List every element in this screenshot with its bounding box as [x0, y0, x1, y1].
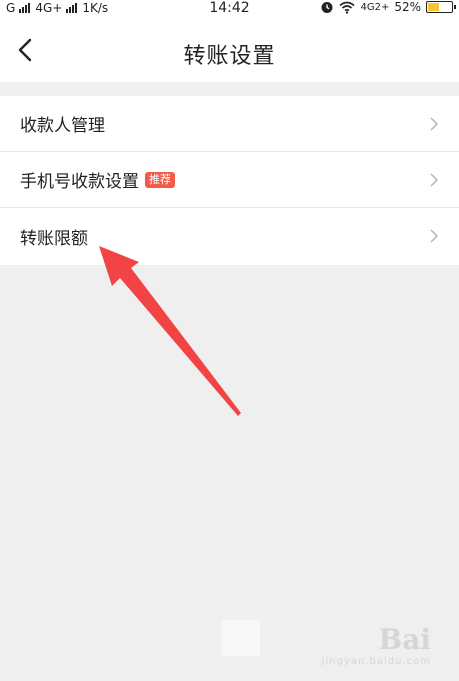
wifi-icon — [339, 1, 355, 14]
alarm-icon — [321, 2, 333, 13]
status-right: 4G2+ 52% — [320, 0, 456, 14]
settings-list: 收款人管理 手机号收款设置 推荐 转账限额 — [0, 96, 459, 265]
battery-fill — [428, 3, 439, 11]
battery-percent: 52% — [394, 0, 421, 14]
battery-icon — [426, 1, 456, 13]
list-item-transfer-limit[interactable]: 转账限额 — [0, 208, 459, 265]
list-item-phone-receive-settings[interactable]: 手机号收款设置 推荐 — [0, 152, 459, 208]
watermark-url: jingyan.baidu.com — [321, 656, 431, 667]
watermark: Bai jingyan.baidu.com — [322, 623, 431, 667]
page-title: 转账设置 — [183, 44, 276, 69]
chevron-right-icon — [430, 117, 439, 131]
faded-square — [222, 620, 260, 656]
network-type: 4G2+ — [360, 1, 390, 13]
chevron-right-icon — [430, 173, 439, 187]
recommend-badge: 推荐 — [145, 171, 175, 188]
nav-bar: 转账设置 — [0, 18, 459, 82]
list-item-label: 转账限额 — [20, 229, 88, 249]
list-item-label: 手机号收款设置 — [20, 172, 139, 192]
list-item-payee-management[interactable]: 收款人管理 — [0, 96, 459, 152]
list-item-label: 收款人管理 — [20, 116, 105, 136]
chevron-right-icon — [430, 229, 439, 243]
status-bar: G 4G+ 1K/s 14:42 4G2+ 52% — [0, 0, 459, 18]
watermark-brand: Bai — [378, 623, 431, 656]
